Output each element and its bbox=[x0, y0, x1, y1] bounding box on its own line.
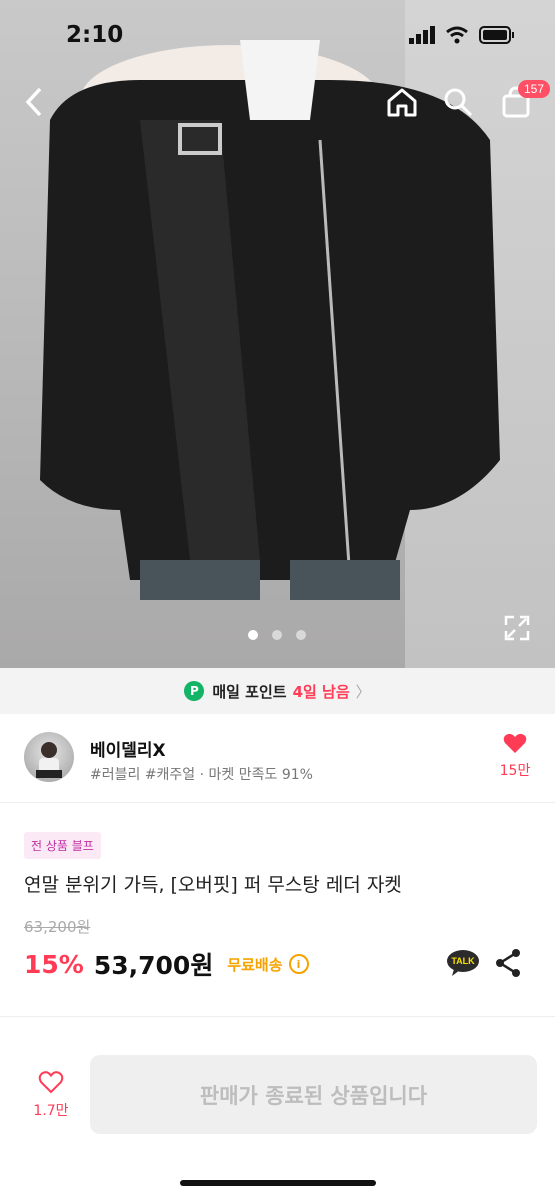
carousel-dot[interactable] bbox=[248, 630, 258, 640]
signal-icon bbox=[409, 26, 435, 44]
avatar-image bbox=[36, 742, 62, 778]
point-icon: P bbox=[184, 681, 205, 701]
heart-outline-icon bbox=[38, 1071, 64, 1094]
kakaotalk-share-icon[interactable]: TALK bbox=[446, 949, 480, 977]
product-like-count: 1.7만 bbox=[33, 1103, 69, 1119]
share-icon[interactable] bbox=[494, 948, 522, 978]
search-button[interactable] bbox=[438, 82, 478, 122]
status-time: 2:10 bbox=[66, 22, 124, 48]
status-icons bbox=[409, 26, 515, 44]
carousel-dot[interactable] bbox=[272, 630, 282, 640]
heart-filled-icon bbox=[503, 733, 527, 753]
product-like-button[interactable]: 1.7만 bbox=[30, 1070, 72, 1120]
section-divider bbox=[0, 1016, 555, 1017]
price-row: 15% 53,700원 무료배송 i bbox=[24, 946, 309, 982]
search-icon bbox=[444, 88, 473, 117]
carousel-dots bbox=[248, 630, 306, 640]
wifi-icon bbox=[446, 26, 468, 44]
back-arrow-icon bbox=[25, 87, 42, 117]
expand-icon[interactable] bbox=[504, 615, 530, 641]
free-shipping-label: 무료배송 bbox=[227, 955, 283, 974]
product-title: 연말 분위기 가득, [오버핏] 퍼 무스탕 레더 자켓 bbox=[24, 874, 402, 896]
carousel-dot[interactable] bbox=[296, 630, 306, 640]
shop-avatar[interactable] bbox=[24, 732, 74, 782]
home-indicator bbox=[180, 1180, 376, 1186]
battery-icon bbox=[479, 26, 514, 44]
home-button[interactable] bbox=[382, 82, 422, 122]
top-nav bbox=[0, 72, 555, 132]
shop-like-count: 15만 bbox=[499, 763, 531, 779]
back-button[interactable] bbox=[14, 82, 54, 122]
product-image[interactable]: 2:10 157 bbox=[0, 0, 555, 668]
shop-name[interactable]: 베이델리X bbox=[90, 736, 166, 761]
points-remaining: 4일 남음 bbox=[292, 682, 350, 701]
home-icon bbox=[387, 88, 417, 117]
status-bar: 2:10 bbox=[0, 0, 555, 72]
chevron-right-icon: 〉 bbox=[355, 682, 371, 701]
points-label: 매일 포인트 bbox=[212, 682, 287, 701]
sold-out-button[interactable]: 판매가 종료된 상품입니다 bbox=[90, 1055, 537, 1134]
shop-tags: #러블리 #캐주얼 · 마켓 만족도 91% bbox=[90, 767, 313, 783]
shop-info[interactable]: 베이델리X #러블리 #캐주얼 · 마켓 만족도 91% 15만 bbox=[0, 714, 555, 803]
cart-count-badge: 157 bbox=[518, 80, 551, 98]
sale-price: 53,700원 bbox=[93, 951, 214, 980]
shop-like-button[interactable]: 15만 bbox=[490, 732, 540, 780]
talk-label: TALK bbox=[451, 956, 475, 966]
info-icon[interactable]: i bbox=[288, 954, 309, 974]
discount-rate: 15% bbox=[24, 949, 84, 979]
daily-points-banner[interactable]: P 매일 포인트 4일 남음 〉 bbox=[0, 668, 555, 714]
promo-badge: 전 상품 블프 bbox=[24, 832, 101, 859]
original-price: 63,200원 bbox=[24, 918, 91, 936]
